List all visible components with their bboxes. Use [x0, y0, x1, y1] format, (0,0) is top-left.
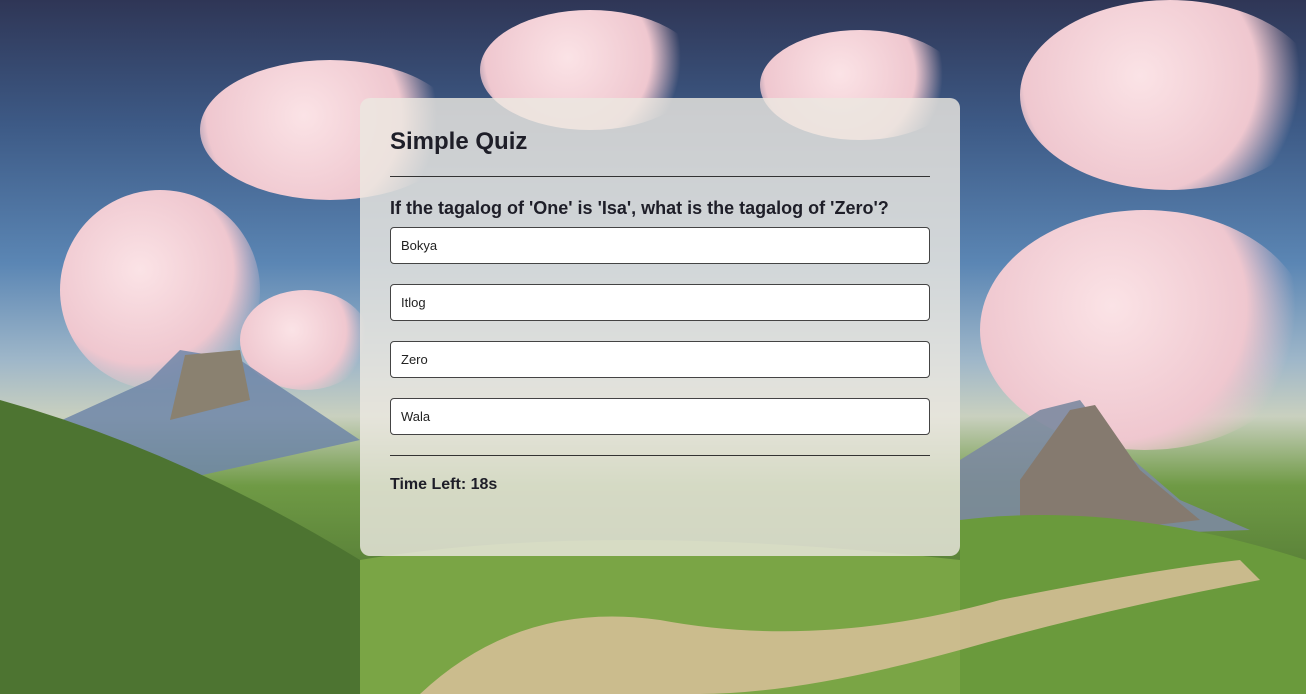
timer: Time Left: 18s	[390, 476, 930, 494]
timer-value: 18s	[470, 476, 498, 493]
answer-button[interactable]: Wala	[390, 398, 930, 435]
title-divider	[390, 176, 930, 177]
footer-divider	[390, 455, 930, 456]
timer-label: Time Left:	[390, 476, 467, 493]
question-text: If the tagalog of 'One' is 'Isa', what i…	[390, 198, 889, 218]
quiz-card: Simple Quiz If the tagalog of 'One' is '…	[360, 98, 960, 556]
quiz-title: Simple Quiz	[390, 128, 528, 155]
answer-list: Bokya Itlog Zero Wala	[390, 227, 930, 435]
answer-button[interactable]: Itlog	[390, 284, 930, 321]
answer-button[interactable]: Zero	[390, 341, 930, 378]
answer-button[interactable]: Bokya	[390, 227, 930, 264]
